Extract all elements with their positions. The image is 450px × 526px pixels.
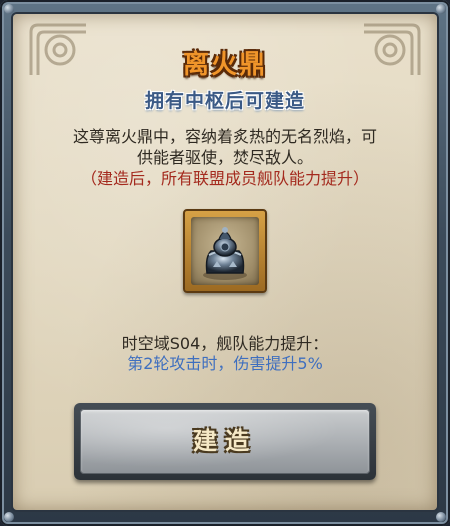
build-button-face[interactable]: 建造 bbox=[80, 409, 370, 474]
building-icon-background bbox=[191, 217, 259, 285]
frame-rivet bbox=[436, 4, 446, 14]
frame-rivet bbox=[4, 4, 14, 14]
build-requirement: 拥有中枢后可建造 bbox=[144, 90, 305, 112]
frame-rivet bbox=[436, 512, 446, 522]
description-line: 供能者驱使，焚尽敌人。 bbox=[136, 148, 313, 167]
build-notice: （建造后，所有联盟成员舰队能力提升） bbox=[80, 169, 369, 188]
dialog-frame: 离火鼎 拥有中枢后可建造 这尊离火鼎中，容纳着炙热的无名烈焰，可 供能者驱使，焚… bbox=[0, 0, 450, 526]
effect-detail: 第2轮攻击时，伤害提升5% bbox=[127, 354, 323, 373]
build-button[interactable]: 建造 bbox=[74, 403, 376, 480]
description-line: 这尊离火鼎中，容纳着炙热的无名烈焰，可 bbox=[72, 127, 377, 146]
building-icon-slot bbox=[183, 209, 267, 293]
build-button-label: 建造 bbox=[193, 427, 257, 455]
building-description: 这尊离火鼎中，容纳着炙热的无名烈焰，可 供能者驱使，焚尽敌人。 （建造后，所有联… bbox=[34, 126, 416, 189]
building-title: 离火鼎 bbox=[182, 50, 267, 80]
fire-cauldron-icon bbox=[203, 227, 247, 280]
frame-rivet bbox=[4, 512, 14, 522]
